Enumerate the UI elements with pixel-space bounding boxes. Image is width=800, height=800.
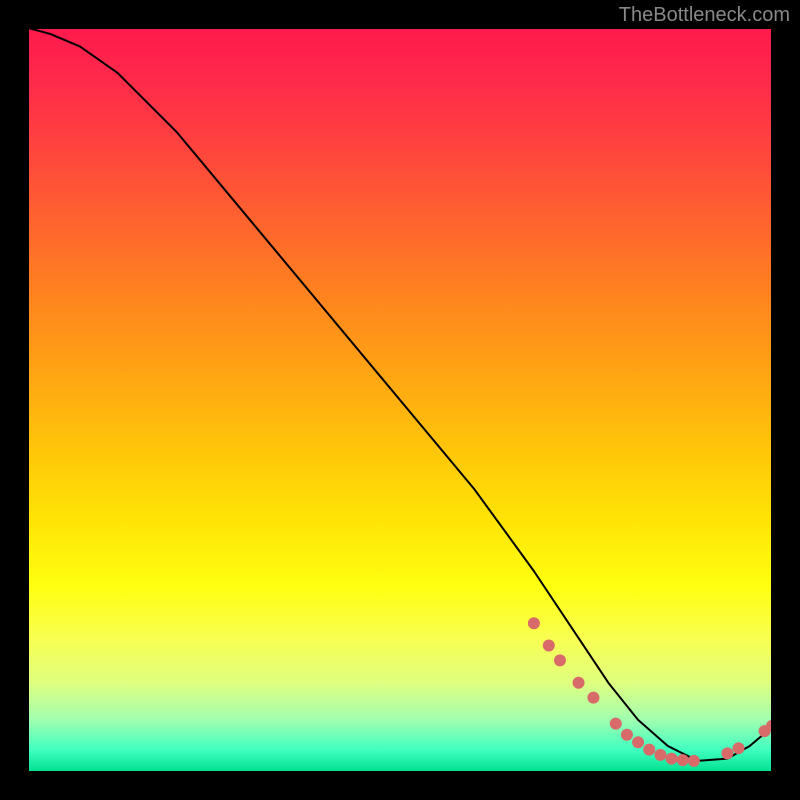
curve-line bbox=[28, 28, 772, 761]
data-marker bbox=[733, 742, 745, 754]
chart-svg bbox=[28, 28, 772, 772]
data-marker bbox=[621, 729, 633, 741]
data-marker bbox=[654, 749, 666, 761]
data-marker bbox=[528, 617, 540, 629]
data-marker bbox=[587, 692, 599, 704]
data-marker bbox=[632, 736, 644, 748]
data-marker bbox=[573, 677, 585, 689]
data-marker bbox=[643, 744, 655, 756]
data-markers bbox=[528, 617, 772, 767]
data-marker bbox=[610, 718, 622, 730]
data-marker bbox=[721, 747, 733, 759]
chart-plot-area bbox=[28, 28, 772, 772]
data-marker bbox=[677, 754, 689, 766]
data-marker bbox=[666, 753, 678, 765]
data-marker bbox=[543, 640, 555, 652]
watermark-text: TheBottleneck.com bbox=[619, 4, 790, 27]
data-marker bbox=[554, 654, 566, 666]
data-marker bbox=[688, 755, 700, 767]
curve-path bbox=[28, 28, 772, 761]
